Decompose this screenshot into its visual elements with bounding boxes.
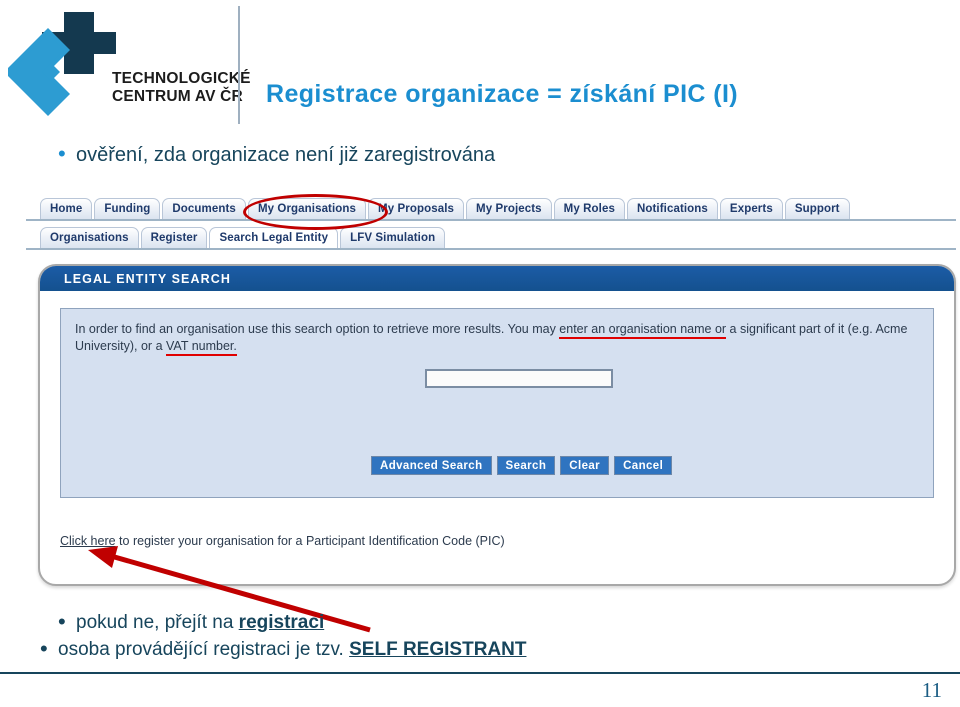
top-bullet-item: • ověření, zda organizace není již zareg… [58,143,495,167]
tab-search-legal-entity[interactable]: Search Legal Entity [209,227,339,248]
slide-header: TECHNOLOGICKÉ CENTRUM AV ČR Registrace o… [0,0,960,130]
tab-my-roles[interactable]: My Roles [553,198,625,219]
tc-av-cr-logo-icon [8,12,116,116]
primary-tab-bar[interactable]: Home Funding Documents My Organisations … [40,198,850,219]
tab-notifications[interactable]: Notifications [626,198,718,219]
search-description-underline2: VAT number. [166,339,237,356]
top-bullet-text: ověření, zda organizace není již zaregis… [76,144,496,166]
bottom-bullet-1-prefix: pokud ne, přejít na [76,612,239,633]
search-button-row[interactable]: Advanced Search Search Clear Cancel [371,456,673,475]
bottom-bullet-item-2: • osoba provádějící registraci je tzv. S… [40,638,526,661]
search-form-box: In order to find an organisation use thi… [60,308,934,498]
tab-my-proposals[interactable]: My Proposals [368,198,465,219]
bullet-dot-icon: • [58,609,66,634]
tab-experts[interactable]: Experts [719,198,783,219]
search-button[interactable]: Search [496,456,556,475]
tab-home[interactable]: Home [40,198,93,219]
click-here-link[interactable]: Click here [60,534,116,548]
brand-logo-line1: TECHNOLOGICKÉ [112,70,251,87]
bottom-bullet-text-2: osoba provádějící registraci je tzv. SEL… [58,638,526,661]
tab-lfv-simulation[interactable]: LFV Simulation [340,227,446,248]
bottom-bullet-item-1: • pokud ne, přejít na registraci [58,611,324,634]
brand-logo-text: TECHNOLOGICKÉ CENTRUM AV ČR [112,70,251,106]
register-footnote-text: to register your organisation for a Part… [115,534,505,548]
legal-entity-search-panel: LEGAL ENTITY SEARCH In order to find an … [38,264,956,586]
footer-divider [0,672,960,674]
tab-support[interactable]: Support [784,198,850,219]
header-divider [238,6,240,124]
register-footnote: Click here to register your organisation… [60,534,505,548]
search-input[interactable] [425,369,613,388]
primary-tab-rule [26,219,956,221]
secondary-tab-bar[interactable]: Organisations Register Search Legal Enti… [40,227,446,248]
bottom-bullet-text-1: pokud ne, přejít na registraci [76,611,324,634]
tab-register[interactable]: Register [140,227,208,248]
tab-organisations[interactable]: Organisations [40,227,139,248]
cancel-button[interactable]: Cancel [614,456,673,475]
page-title: Registrace organizace = získání PIC (I) [266,80,739,108]
clear-button[interactable]: Clear [560,456,610,475]
bullet-dot-icon: • [40,636,48,661]
brand-logo: TECHNOLOGICKÉ CENTRUM AV ČR [8,10,250,118]
tab-my-organisations[interactable]: My Organisations [247,198,367,219]
panel-header-title: LEGAL ENTITY SEARCH [64,271,231,286]
bottom-bullet-2-prefix: osoba provádějící registraci je tzv. [58,639,350,660]
tab-my-projects[interactable]: My Projects [466,198,552,219]
tab-documents[interactable]: Documents [162,198,246,219]
brand-logo-line2: CENTRUM AV ČR [112,88,243,105]
search-description: In order to find an organisation use thi… [75,321,925,356]
bullet-dot-icon: • [58,141,66,166]
bottom-bullet-2-emphasis: SELF REGISTRANT [349,639,527,660]
tab-funding[interactable]: Funding [94,198,161,219]
search-description-part1: In order to find an organisation use thi… [75,322,560,336]
bottom-bullet-1-emphasis: registraci [238,612,325,633]
search-description-underline1: enter an organisation name or [559,322,727,339]
panel-header: LEGAL ENTITY SEARCH [40,266,954,291]
page-number: 11 [921,678,942,702]
secondary-tab-rule [26,248,956,250]
advanced-search-button[interactable]: Advanced Search [371,456,492,475]
